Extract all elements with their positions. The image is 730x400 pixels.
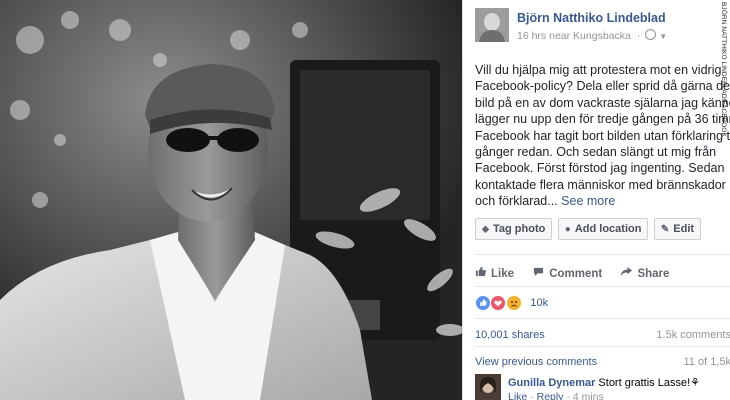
post-header: Björn Natthiko Lindeblad 16 hrs near Kun… <box>475 8 725 48</box>
thumbs-up-icon <box>475 266 486 280</box>
comment-meta: Like · Reply · 4 mins <box>508 391 604 400</box>
author-name[interactable]: Björn Natthiko Lindeblad <box>517 11 666 25</box>
meta-separator: · <box>636 30 641 42</box>
post-body: Vill du hjälpa mig att protestera mot en… <box>475 63 730 209</box>
flower-emoji-icon: ⚘ <box>690 377 701 389</box>
see-more-link[interactable]: See more <box>561 194 615 208</box>
comments-progress: 11 of 1,5k <box>683 356 730 368</box>
pencil-icon: ✎ <box>660 224 670 235</box>
location-pin-icon: ● <box>564 224 571 235</box>
post-text: Vill du hjälpa mig att protestera mot en… <box>475 62 730 210</box>
comment-button[interactable]: Comment <box>533 266 602 280</box>
divider <box>475 286 730 287</box>
like-button[interactable]: Like <box>475 266 514 280</box>
comments-count[interactable]: 1.5k comments <box>656 329 730 341</box>
divider <box>475 318 730 319</box>
comment-like-link[interactable]: Like <box>508 391 527 400</box>
divider <box>475 254 730 255</box>
post-photo[interactable] <box>0 0 462 400</box>
shares-count[interactable]: 10,001 shares <box>475 329 545 341</box>
reactions-count[interactable]: 10k <box>530 297 548 309</box>
commenter-name[interactable]: Gunilla Dynemar <box>508 377 595 389</box>
like-reaction-icon <box>475 294 491 311</box>
sad-reaction-icon <box>505 294 522 311</box>
post-location[interactable]: near Kungsbacka <box>549 30 631 42</box>
author-avatar[interactable] <box>475 8 509 42</box>
comment-text: Stort grattis Lasse! <box>598 377 691 389</box>
globe-icon[interactable] <box>645 29 657 40</box>
meta-separator: · <box>530 391 534 400</box>
commenter-avatar[interactable] <box>475 374 501 400</box>
comment-line: Gunilla Dynemar Stort grattis Lasse!⚘ <box>508 376 700 389</box>
reactions-summary[interactable]: 10k <box>475 294 548 312</box>
share-arrow-icon <box>621 266 633 280</box>
tag-icon: ⬥ <box>482 224 489 235</box>
speech-bubble-icon <box>533 266 544 280</box>
post-panel: Björn Natthiko Lindeblad 16 hrs near Kun… <box>462 0 730 400</box>
post-time[interactable]: 16 hrs <box>517 30 546 42</box>
love-reaction-icon <box>490 294 507 311</box>
divider <box>475 346 730 347</box>
comment-time[interactable]: 4 mins <box>573 391 604 400</box>
comment-reply-link[interactable]: Reply <box>537 391 564 400</box>
chevron-down-icon[interactable]: ▼ <box>659 32 667 41</box>
photo-actions: ⬥ Tag photo ● Add location ✎ Edit <box>475 218 702 240</box>
post-meta: 16 hrs near Kungsbacka · ▼ <box>517 29 667 42</box>
add-location-button[interactable]: ● Add location <box>557 218 649 240</box>
post-actions: Like Comment Share <box>475 266 685 280</box>
share-button[interactable]: Share <box>621 266 669 280</box>
tag-photo-button[interactable]: ⬥ Tag photo <box>475 218 553 240</box>
meta-separator: · <box>566 391 570 400</box>
view-previous-comments-link[interactable]: View previous comments <box>475 356 597 368</box>
edit-button[interactable]: ✎ Edit <box>653 218 702 240</box>
